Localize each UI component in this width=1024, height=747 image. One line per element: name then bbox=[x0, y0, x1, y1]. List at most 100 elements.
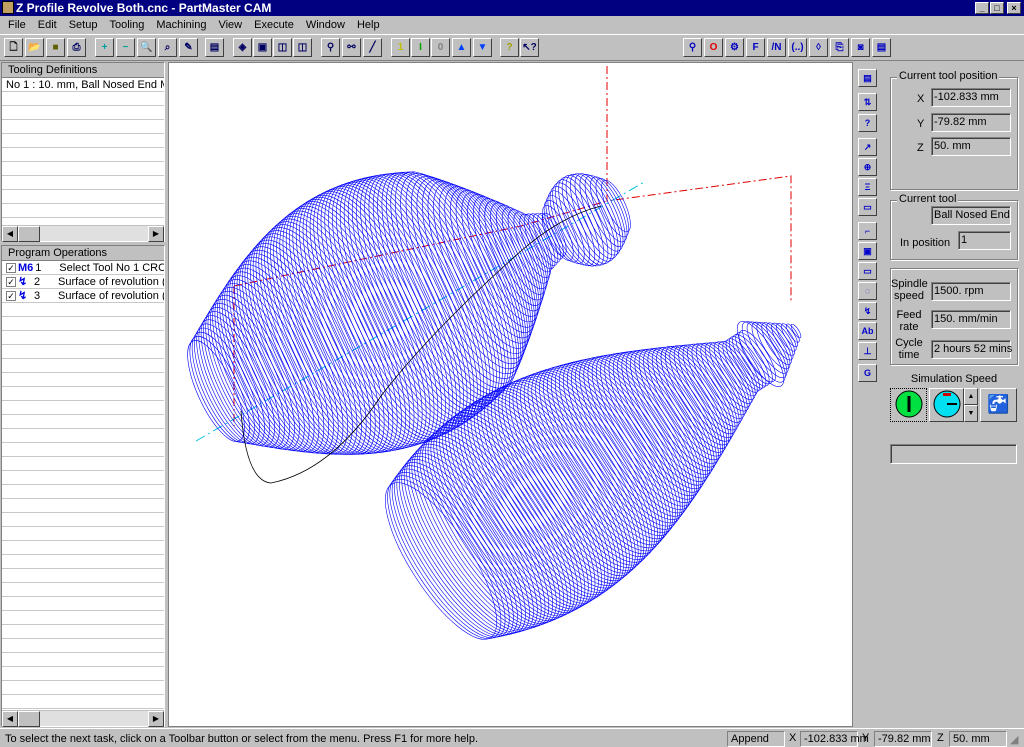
isometric-view-button[interactable]: ◈ bbox=[233, 38, 252, 57]
menu-tooling[interactable]: Tooling bbox=[103, 16, 150, 34]
link-button[interactable]: ⚲ bbox=[321, 38, 340, 57]
menu-view[interactable]: View bbox=[212, 16, 248, 34]
chain-icon: ⚯ bbox=[347, 42, 356, 53]
zoom-in-button[interactable]: + bbox=[95, 38, 114, 57]
progress-field bbox=[890, 444, 1017, 464]
text-button[interactable]: Ab bbox=[858, 322, 877, 340]
toolpath-pass bbox=[391, 472, 510, 638]
menu-file[interactable]: File bbox=[2, 16, 32, 34]
speed-dial-button[interactable] bbox=[929, 388, 964, 422]
operation-checkbox[interactable]: ✓ bbox=[6, 291, 16, 302]
surface-op-icon: ↯ bbox=[18, 290, 28, 302]
tool-query-button[interactable]: ? bbox=[858, 114, 877, 132]
move-button[interactable]: ↗ bbox=[858, 138, 877, 156]
pencil-button[interactable]: ✎ bbox=[179, 38, 198, 57]
operation-row[interactable]: ✓M61 Select Tool No 1 CRC 1 T bbox=[2, 261, 164, 275]
menu-machining[interactable]: Machining bbox=[150, 16, 212, 34]
export-button[interactable]: ▤ bbox=[872, 38, 891, 57]
scroll-left-button[interactable]: ◀ bbox=[2, 226, 18, 242]
scroll-right-button[interactable]: ▶ bbox=[148, 711, 164, 727]
top-view-button[interactable]: ▣ bbox=[253, 38, 272, 57]
help-button[interactable]: ? bbox=[500, 38, 519, 57]
upper-revolved-surface bbox=[187, 171, 631, 455]
offset-button[interactable]: ▭ bbox=[858, 198, 877, 216]
stop-sim-button[interactable]: 0 bbox=[431, 38, 450, 57]
drill-pattern-button[interactable]: ◌ bbox=[858, 282, 877, 300]
run-simulation-button[interactable] bbox=[890, 388, 927, 422]
toolpath-pass bbox=[600, 354, 702, 497]
zoom-window-icon: ⌕ bbox=[164, 42, 171, 53]
zoom-button[interactable]: 🔍 bbox=[137, 38, 156, 57]
speed-down-button[interactable]: ▼ bbox=[964, 405, 978, 422]
menu-execute[interactable]: Execute bbox=[248, 16, 300, 34]
menu-edit[interactable]: Edit bbox=[32, 16, 63, 34]
zoom-window-button[interactable]: ⌕ bbox=[158, 38, 177, 57]
menu-help[interactable]: Help bbox=[351, 16, 386, 34]
document-icon: ▤ bbox=[863, 73, 872, 83]
down-button[interactable]: ▼ bbox=[473, 38, 492, 57]
cycle-field: 2 hours 52 mins bbox=[931, 340, 1012, 359]
operation-checkbox[interactable]: ✓ bbox=[6, 263, 16, 274]
minimize-button[interactable]: _ bbox=[975, 2, 989, 14]
coolant-button[interactable]: 🚰 bbox=[980, 388, 1017, 422]
feed-button[interactable]: F bbox=[746, 38, 765, 57]
front-view-button[interactable]: ◫ bbox=[273, 38, 292, 57]
print-button[interactable]: ⎙ bbox=[67, 38, 86, 57]
run-button[interactable]: I bbox=[411, 38, 430, 57]
scroll-left-button[interactable]: ◀ bbox=[2, 711, 18, 727]
comment-button[interactable]: (..) bbox=[788, 38, 807, 57]
app-icon[interactable] bbox=[2, 1, 14, 14]
menu-window[interactable]: Window bbox=[300, 16, 351, 34]
camera-button[interactable]: ◙ bbox=[851, 38, 870, 57]
print-icon: ⎙ bbox=[72, 42, 81, 53]
operations-h-scrollbar[interactable]: ◀ ▶ bbox=[2, 710, 164, 727]
z-step-button[interactable]: Ξ bbox=[858, 178, 877, 196]
goto-button[interactable]: G bbox=[858, 364, 877, 382]
toolpath-pass bbox=[390, 171, 515, 392]
target-button[interactable]: ⊕ bbox=[858, 158, 877, 176]
context-help-icon: ↖? bbox=[522, 42, 537, 53]
copy-button[interactable]: ⎘ bbox=[830, 38, 849, 57]
block-skip-button[interactable]: /N bbox=[767, 38, 786, 57]
step-1-button[interactable]: 1 bbox=[391, 38, 410, 57]
pocket-button[interactable]: ⌐ bbox=[858, 222, 877, 240]
close-button[interactable]: × bbox=[1007, 2, 1021, 14]
operation-checkbox[interactable]: ✓ bbox=[6, 277, 16, 288]
tooling-h-scrollbar[interactable]: ◀ ▶ bbox=[2, 225, 164, 242]
listing-button[interactable]: ▤ bbox=[205, 38, 224, 57]
add-file-button[interactable]: ▣ bbox=[858, 242, 877, 260]
context-help-button[interactable]: ↖? bbox=[520, 38, 539, 57]
z-label: Z bbox=[917, 142, 924, 154]
drill-pattern-icon: ◌ bbox=[864, 286, 871, 296]
x-label: X bbox=[917, 93, 925, 105]
resize-grip-icon[interactable]: ◢ bbox=[1010, 733, 1018, 746]
chain-button[interactable]: ⚯ bbox=[342, 38, 361, 57]
operation-row[interactable]: ✓↯ 2 Surface of revolution (Rad bbox=[2, 275, 164, 289]
coolant-button[interactable]: ⚲ bbox=[683, 38, 702, 57]
document-button[interactable]: ▤ bbox=[858, 69, 877, 87]
line-button[interactable]: ╱ bbox=[363, 38, 382, 57]
tool-list-item[interactable]: No 1 : 10. mm, Ball Nosed End Mill bbox=[2, 78, 164, 92]
side-view-button[interactable]: ◫ bbox=[293, 38, 312, 57]
scroll-thumb[interactable] bbox=[18, 226, 40, 242]
surface-button[interactable]: ↯ bbox=[858, 302, 877, 320]
add-box-button[interactable]: ▭ bbox=[858, 262, 877, 280]
spindle-button[interactable]: ⚙ bbox=[725, 38, 744, 57]
speed-up-button[interactable]: ▲ bbox=[964, 388, 978, 405]
up-button[interactable]: ▲ bbox=[452, 38, 471, 57]
scroll-thumb[interactable] bbox=[18, 711, 40, 727]
zoom-out-button[interactable]: − bbox=[116, 38, 135, 57]
save-button[interactable]: ■ bbox=[46, 38, 65, 57]
operation-row[interactable]: ✓↯ 3 Surface of revolution (Rad bbox=[2, 289, 164, 303]
feed-field: 150. mm/min bbox=[931, 310, 1011, 329]
maximize-button[interactable]: □ bbox=[990, 2, 1004, 14]
tool-edit-button[interactable]: ⇅ bbox=[858, 93, 877, 111]
axis-button[interactable]: ⊥ bbox=[858, 342, 877, 360]
new-button[interactable]: 🗋 bbox=[4, 38, 23, 57]
menu-setup[interactable]: Setup bbox=[63, 16, 104, 34]
open-button[interactable]: 📂 bbox=[25, 38, 44, 57]
symbol-button[interactable]: ◊ bbox=[809, 38, 828, 57]
graphics-viewport[interactable] bbox=[168, 62, 853, 727]
stop-button[interactable]: O bbox=[704, 38, 723, 57]
scroll-right-button[interactable]: ▶ bbox=[148, 226, 164, 242]
